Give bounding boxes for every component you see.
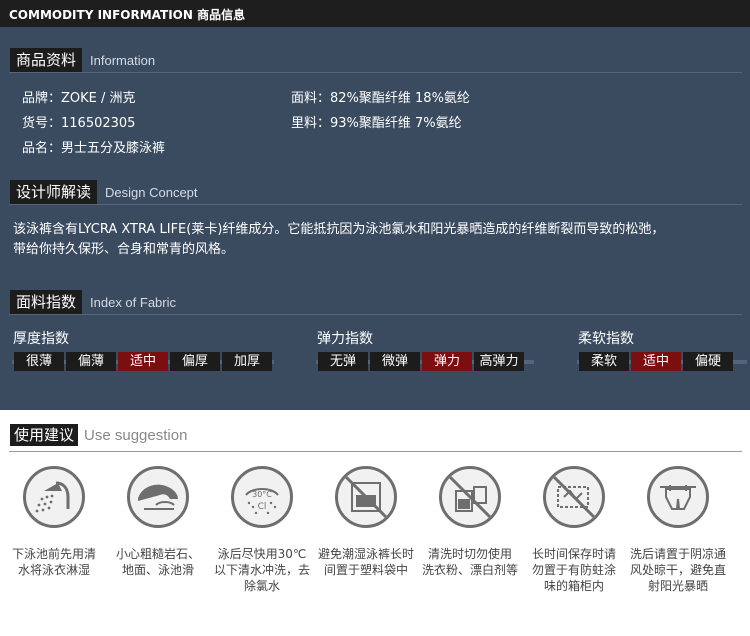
svg-text:Cl: Cl: [258, 502, 267, 512]
usage-tip-text: 避免潮湿泳裤长时 间置于塑料袋中: [314, 546, 418, 578]
usage-tip-text-line: 洗衣粉、漂白剂等: [421, 563, 518, 577]
fabric-value: 面料：82%聚酯纤维 18%氨纶: [291, 91, 470, 106]
elasticity-option: 微弹: [370, 352, 420, 371]
usage-tip-text-line: 风处晾干，避免直: [629, 563, 726, 577]
usage-tip-text-line: 除氯水: [243, 579, 280, 593]
no-mothball-icon: [543, 466, 605, 528]
design-description-line: 该泳裤含有LYCRA XTRA LIFE(莱卡)纤维成分。它能抵抗因为泳池氯水和…: [13, 222, 665, 237]
product-info-subtitle: Information: [90, 52, 156, 68]
softness-option: 适中: [631, 352, 681, 371]
usage-tip-text-line: 勿置于有防蛀涂: [531, 563, 616, 577]
usage-tip-text: 下泳池前先用清 水将泳衣淋湿: [2, 546, 106, 578]
usage-tip-text-line: 以下清水冲洗，去: [213, 563, 310, 577]
usage-tip-text-line: 泳后尽快用30℃: [217, 547, 307, 561]
divider: [9, 314, 742, 315]
thickness-scale: 很薄 偏薄 适中 偏厚 加厚: [14, 352, 272, 371]
use-suggestion-subtitle: Use suggestion: [84, 426, 188, 444]
usage-tip-text-line: 清洗时切勿使用: [427, 547, 512, 561]
thickness-option: 适中: [118, 352, 168, 371]
thickness-option: 很薄: [14, 352, 64, 371]
no-plastic-bag-icon: [335, 466, 397, 528]
product-info-title: 商品资料: [10, 48, 83, 72]
design-concept-heading: 设计师解读 Design Concept: [10, 180, 198, 204]
top-header-bar: COMMODITY INFORMATION 商品信息: [0, 0, 750, 27]
thickness-option: 加厚: [222, 352, 272, 371]
usage-tip-text: 长时间保存时请 勿置于有防蛀涂 味的箱柜内: [522, 546, 626, 594]
usage-tip-text-line: 下泳池前先用清: [11, 547, 96, 561]
divider: [9, 451, 742, 452]
use-suggestion-title: 使用建议: [10, 424, 79, 446]
design-concept-subtitle: Design Concept: [105, 184, 198, 200]
softness-option: 柔软: [579, 352, 629, 371]
brand-value: 品牌：ZOKE / 洲克: [22, 91, 136, 106]
shower-icon: [23, 466, 85, 528]
usage-tip-text: 清洗时切勿使用 洗衣粉、漂白剂等: [418, 546, 522, 578]
usage-tip-text-line: 间置于塑料袋中: [323, 563, 408, 577]
shade-dry-icon: [647, 466, 709, 528]
softness-scale: 柔软 适中 偏硬: [579, 352, 733, 371]
elasticity-option: 无弹: [318, 352, 368, 371]
fabric-index-subtitle: Index of Fabric: [90, 294, 177, 310]
usage-tip-text-line: 射阳光暴晒: [647, 579, 708, 593]
usage-tip-text-line: 避免潮湿泳裤长时: [317, 547, 414, 561]
divider: [9, 204, 742, 205]
elasticity-option: 高弹力: [474, 352, 524, 371]
use-suggestion-heading: 使用建议 Use suggestion: [10, 424, 187, 446]
usage-tip-text-line: 长时间保存时请: [531, 547, 616, 561]
lining-value: 里料：93%聚酯纤维 7%氨纶: [291, 116, 462, 131]
design-description-line: 带给你持久保形、合身和常青的风格。: [13, 242, 235, 257]
usage-tip-text-line: 水将泳衣淋湿: [17, 563, 90, 577]
thickness-index-label: 厚度指数: [13, 331, 69, 347]
wash-30c-icon: 30°C Cl: [231, 466, 293, 528]
softness-index-label: 柔软指数: [578, 331, 634, 347]
no-detergent-icon: [439, 466, 501, 528]
fabric-index-title: 面料指数: [10, 290, 83, 314]
softness-option: 偏硬: [683, 352, 733, 371]
elasticity-index-label: 弹力指数: [317, 331, 373, 347]
divider: [9, 72, 742, 73]
item-number-value: 货号：116502305: [22, 116, 136, 131]
usage-tip-text-line: 味的箱柜内: [543, 579, 604, 593]
header-title: COMMODITY INFORMATION 商品信息: [9, 8, 246, 22]
thickness-option: 偏厚: [170, 352, 220, 371]
fabric-index-heading: 面料指数 Index of Fabric: [10, 290, 176, 314]
elasticity-scale: 无弹 微弹 弹力 高弹力: [318, 352, 524, 371]
usage-tip-text: 小心粗糙岩石、 地面、泳池滑: [106, 546, 210, 578]
usage-tip-text-line: 地面、泳池滑: [121, 563, 194, 577]
design-description: 该泳裤含有LYCRA XTRA LIFE(莱卡)纤维成分。它能抵抗因为泳池氯水和…: [13, 220, 743, 260]
usage-tip-text: 洗后请置于阴凉通 风处晾干，避免直 射阳光暴晒: [626, 546, 730, 594]
usage-tip-text-line: 小心粗糙岩石、: [115, 547, 200, 561]
product-info-heading: 商品资料 Information: [10, 48, 155, 72]
elasticity-option: 弹力: [422, 352, 472, 371]
design-concept-title: 设计师解读: [10, 180, 98, 204]
usage-tip-text-line: 洗后请置于阴凉通: [629, 547, 726, 561]
svg-text:30°C: 30°C: [252, 490, 272, 499]
thickness-option: 偏薄: [66, 352, 116, 371]
rock-icon: [127, 466, 189, 528]
usage-tip-text: 泳后尽快用30℃ 以下清水冲洗，去 除氯水: [210, 546, 314, 594]
product-name-value: 品名：男士五分及膝泳裤: [22, 141, 166, 156]
